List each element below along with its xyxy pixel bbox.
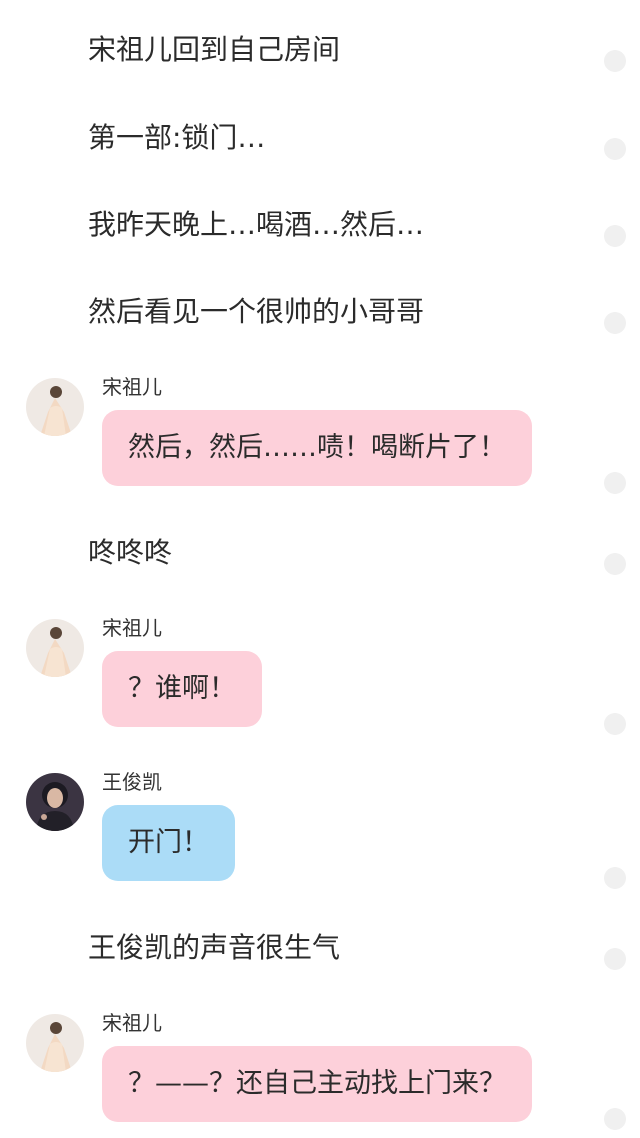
speaker-name: 宋祖儿 <box>102 1011 162 1035</box>
circle-dot-icon[interactable] <box>604 138 626 160</box>
circle-dot-icon[interactable] <box>604 472 626 494</box>
message-bubble[interactable]: 然后，然后……啧！喝断片了！ <box>102 410 532 486</box>
avatar-songzuer-icon[interactable] <box>26 619 84 677</box>
circle-dot-icon[interactable] <box>604 948 626 970</box>
narration-line: 然后看见一个很帅的小哥哥 <box>88 295 425 328</box>
circle-dot-icon[interactable] <box>604 312 626 334</box>
circle-dot-icon[interactable] <box>604 553 626 575</box>
circle-dot-icon[interactable] <box>604 50 626 72</box>
narration-line: 第一部:锁门… <box>88 121 266 154</box>
speaker-name: 宋祖儿 <box>102 375 162 399</box>
speaker-name: 宋祖儿 <box>102 616 162 640</box>
narration-line: 王俊凯的声音很生气 <box>88 931 341 964</box>
avatar-wangjunkai-icon[interactable] <box>26 773 84 831</box>
avatar-songzuer-icon[interactable] <box>26 378 84 436</box>
circle-dot-icon[interactable] <box>604 225 626 247</box>
narration-line: 咚咚咚 <box>88 536 173 569</box>
message-bubble[interactable]: 开门！ <box>102 805 235 881</box>
message-bubble[interactable]: ？谁啊！ <box>102 651 262 727</box>
message-bubble[interactable]: ？——？还自己主动找上门来？ <box>102 1046 532 1122</box>
circle-dot-icon[interactable] <box>604 867 626 889</box>
speaker-name: 王俊凯 <box>102 770 162 794</box>
narration-line: 我昨天晚上…喝酒…然后… <box>88 208 425 241</box>
circle-dot-icon[interactable] <box>604 713 626 735</box>
circle-dot-icon[interactable] <box>604 1108 626 1130</box>
avatar-songzuer-icon[interactable] <box>26 1014 84 1072</box>
narration-line: 宋祖儿回到自己房间 <box>88 33 341 66</box>
